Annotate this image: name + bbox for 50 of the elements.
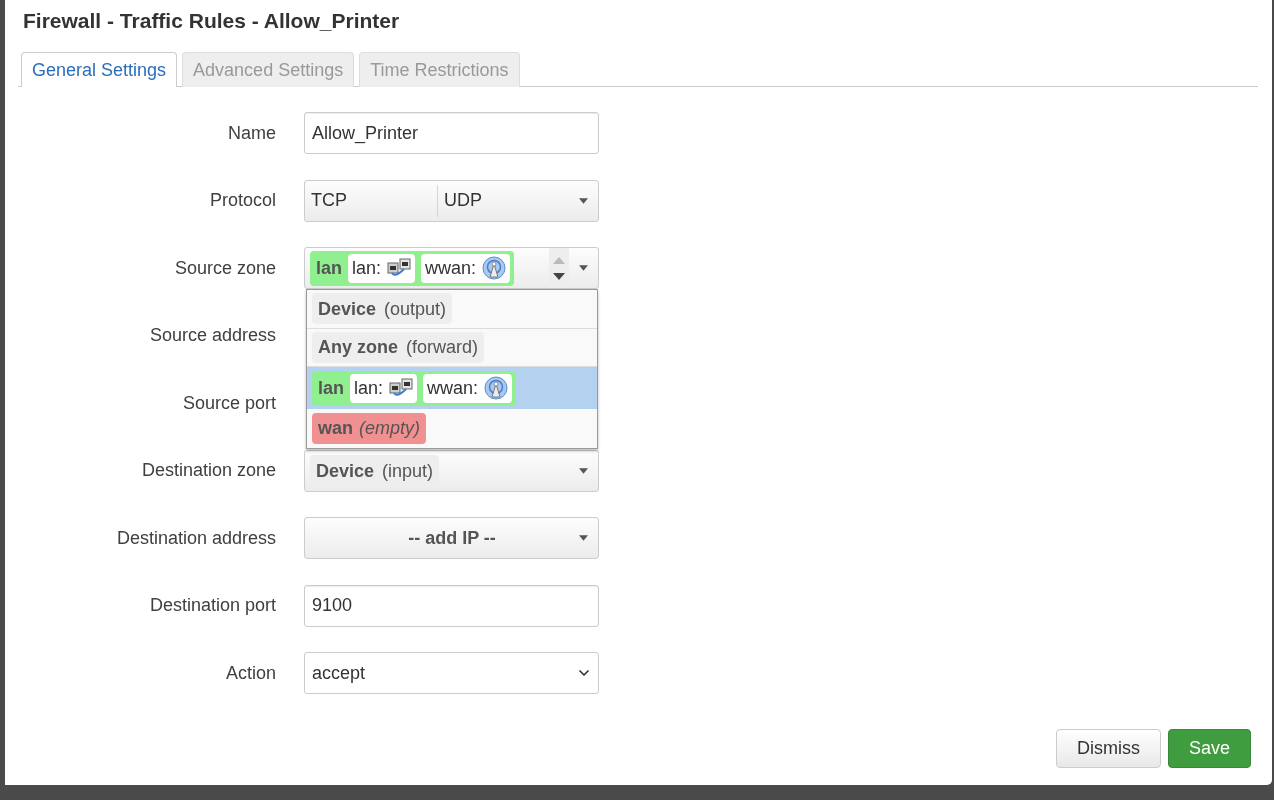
field-label: Source port xyxy=(181,391,276,415)
zone-note: (empty) xyxy=(359,419,421,438)
network-ports-icon xyxy=(389,378,414,398)
field-label: Destination address xyxy=(115,526,276,550)
zone-dropdown[interactable]: lan lan: wwan: xyxy=(304,247,599,289)
zone-note: (forward) xyxy=(406,338,479,357)
network-label: lan: xyxy=(354,379,384,397)
down-arrow-icon[interactable] xyxy=(553,272,565,280)
zone-note: (output) xyxy=(384,299,447,318)
tab[interactable]: General Settings xyxy=(21,52,178,87)
dropdown-option[interactable]: Any zone (forward) xyxy=(307,328,597,367)
field-label: Name xyxy=(227,121,276,145)
field-label: Source zone xyxy=(173,256,276,280)
protocol-value: UDP xyxy=(443,189,482,212)
caret-icon xyxy=(579,265,588,271)
dismiss-button[interactable]: Dismiss xyxy=(1055,729,1161,768)
field-label: Destination zone xyxy=(140,459,276,482)
network-label: wwan: xyxy=(425,259,477,277)
text-field[interactable]: 9100 xyxy=(304,584,599,627)
wireless-tower-icon xyxy=(484,376,509,400)
select-value: accept xyxy=(312,661,366,685)
protocol-value: TCP xyxy=(310,189,348,212)
network-label: wwan: xyxy=(427,379,479,397)
text-field[interactable]: Allow_Printer xyxy=(304,112,599,154)
dropdown-option[interactable]: Device (output) xyxy=(307,290,597,329)
dialog-title: Firewall - Traffic Rules - Allow_Printer xyxy=(22,8,401,34)
zone-name: wan xyxy=(318,419,353,438)
field-label: Action xyxy=(224,661,276,685)
caret-icon xyxy=(579,467,588,474)
zone-dropdown[interactable]: Device (input) xyxy=(304,449,599,492)
zone-name: lan xyxy=(316,259,342,277)
save-button[interactable]: Save xyxy=(1167,729,1251,768)
dropdown-option[interactable]: lan lan: wwan: xyxy=(307,367,597,409)
caret-icon xyxy=(579,535,588,541)
zone-note: (input) xyxy=(382,461,434,480)
protocol-dropdown[interactable]: TCP UDP xyxy=(304,179,599,222)
address-dropdown[interactable]: -- add IP -- xyxy=(304,517,599,559)
zone-name: Device xyxy=(316,461,375,480)
field-label: Destination port xyxy=(148,594,276,617)
dropdown-value: -- add IP -- xyxy=(407,526,497,550)
zone-name: Any zone xyxy=(318,338,398,357)
zone-name: Device xyxy=(318,299,377,318)
caret-icon xyxy=(579,197,588,204)
field-label: Source address xyxy=(148,324,276,347)
action-select[interactable]: accept xyxy=(304,652,599,694)
zone-name: lan xyxy=(318,379,344,397)
field-label: Protocol xyxy=(208,189,276,212)
network-label: lan: xyxy=(352,259,382,277)
network-ports-icon xyxy=(387,258,412,278)
wireless-tower-icon xyxy=(482,256,507,280)
